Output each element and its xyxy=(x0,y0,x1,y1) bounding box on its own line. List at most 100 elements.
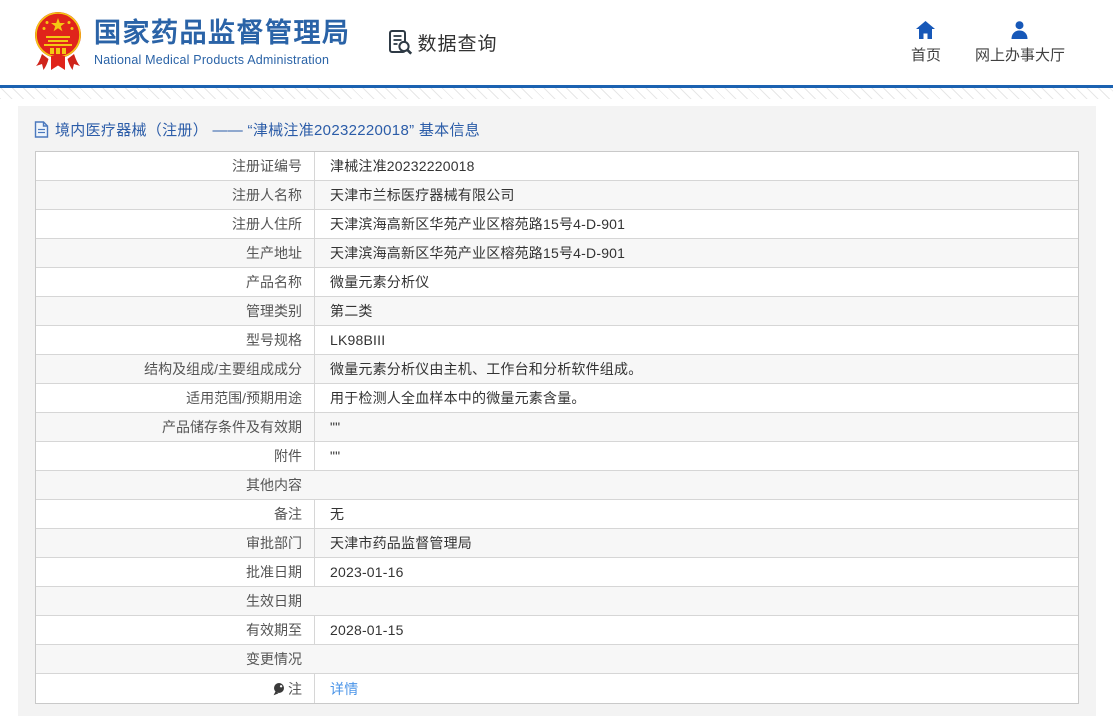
row-label: 批准日期 xyxy=(246,564,302,580)
row-value-cell: 2028-01-15 xyxy=(315,616,1078,644)
table-row: 批准日期 2023-01-16 xyxy=(36,558,1078,587)
table-row: 注册人名称 天津市兰标医疗器械有限公司 xyxy=(36,181,1078,210)
table-row: 附件 "" xyxy=(36,442,1078,471)
nav-item-label: 首页 xyxy=(910,47,941,64)
row-value-cell: 微量元素分析仪 xyxy=(315,268,1078,296)
row-value-cell: "" xyxy=(315,413,1078,441)
row-value-cell: 2023-01-16 xyxy=(315,558,1078,586)
table-row: 生产地址 天津滨海高新区华苑产业区榕苑路15号4-D-901 xyxy=(36,239,1078,268)
row-value-cell: 天津市兰标医疗器械有限公司 xyxy=(315,181,1078,209)
row-label-cell: 注 xyxy=(36,674,315,703)
table-row: 注册人住所 天津滨海高新区华苑产业区榕苑路15号4-D-901 xyxy=(36,210,1078,239)
page-title-bar: 境内医疗器械（注册） —— “津械注准20232220018” 基本信息 xyxy=(18,106,1096,151)
row-label-cell: 管理类别 xyxy=(36,297,315,325)
nav-item-service-hall[interactable]: 网上办事大厅 xyxy=(975,20,1065,65)
row-value: 天津滨海高新区华苑产业区榕苑路15号4-D-901 xyxy=(330,245,626,261)
nmpa-logo[interactable] xyxy=(33,10,83,76)
table-row: 产品名称 微量元素分析仪 xyxy=(36,268,1078,297)
row-label: 注册人住所 xyxy=(232,216,302,232)
data-query-label: 数据查询 xyxy=(417,34,498,55)
table-row: 生效日期 xyxy=(36,587,1078,616)
content-panel: 境内医疗器械（注册） —— “津械注准20232220018” 基本信息 注册证… xyxy=(18,106,1096,716)
row-value: 无 xyxy=(330,506,345,522)
row-value: 天津滨海高新区华苑产业区榕苑路15号4-D-901 xyxy=(330,216,626,232)
row-label-cell: 变更情况 xyxy=(36,645,315,673)
table-row: 结构及组成/主要组成成分 微量元素分析仪由主机、工作台和分析软件组成。 xyxy=(36,355,1078,384)
row-label: 型号规格 xyxy=(246,332,302,348)
person-icon xyxy=(1011,21,1028,39)
data-query-icon xyxy=(388,30,412,55)
row-label: 变更情况 xyxy=(246,651,302,667)
table-row: 有效期至 2028-01-15 xyxy=(36,616,1078,645)
nav-item-home[interactable]: 首页 xyxy=(911,20,941,65)
row-value: 天津市药品监督管理局 xyxy=(330,535,472,551)
row-label-cell: 审批部门 xyxy=(36,529,315,557)
row-label-cell: 适用范围/预期用途 xyxy=(36,384,315,412)
row-label-cell: 批准日期 xyxy=(36,558,315,586)
row-label-cell: 有效期至 xyxy=(36,616,315,644)
row-label: 管理类别 xyxy=(246,303,302,319)
row-value: 用于检测人全血样本中的微量元素含量。 xyxy=(330,390,586,406)
table-row: 注 详情 xyxy=(36,674,1078,703)
row-value-cell: 津械注准20232220018 xyxy=(315,152,1078,180)
row-value-cell: 天津滨海高新区华苑产业区榕苑路15号4-D-901 xyxy=(315,210,1078,238)
note-bulb-icon xyxy=(272,682,285,696)
table-row: 产品储存条件及有效期 "" xyxy=(36,413,1078,442)
row-value-cell xyxy=(315,587,1078,615)
row-value-cell: 无 xyxy=(315,500,1078,528)
row-label: 有效期至 xyxy=(246,622,302,638)
table-row: 变更情况 xyxy=(36,645,1078,674)
table-row: 注册证编号 津械注准20232220018 xyxy=(36,152,1078,181)
row-value-cell xyxy=(315,471,1078,499)
table-row: 型号规格 LK98BIII xyxy=(36,326,1078,355)
row-value-cell: 第二类 xyxy=(315,297,1078,325)
row-label-cell: 结构及组成/主要组成成分 xyxy=(36,355,315,383)
row-value: LK98BIII xyxy=(330,332,386,348)
row-value-cell: 用于检测人全血样本中的微量元素含量。 xyxy=(315,384,1078,412)
row-label: 注册人名称 xyxy=(232,187,302,203)
row-label: 产品名称 xyxy=(246,274,302,290)
row-value-cell: LK98BIII xyxy=(315,326,1078,354)
nav-item-label: 网上办事大厅 xyxy=(974,47,1065,64)
table-row: 备注 无 xyxy=(36,500,1078,529)
row-value: 天津市兰标医疗器械有限公司 xyxy=(330,187,515,203)
top-nav: 首页 网上办事大厅 xyxy=(911,20,1065,65)
table-row: 其他内容 xyxy=(36,471,1078,500)
brand-block: 国家药品监督管理局 National Medical Products Admi… xyxy=(94,18,351,66)
row-value: 2028-01-15 xyxy=(330,622,404,638)
home-icon xyxy=(916,21,936,39)
row-label: 备注 xyxy=(274,506,302,522)
row-value-cell: "" xyxy=(315,442,1078,470)
row-label-cell: 注册人住所 xyxy=(36,210,315,238)
row-label-cell: 其他内容 xyxy=(36,471,315,499)
row-label-cell: 备注 xyxy=(36,500,315,528)
row-label-cell: 生效日期 xyxy=(36,587,315,615)
row-label-cell: 产品储存条件及有效期 xyxy=(36,413,315,441)
row-value: 第二类 xyxy=(330,303,373,319)
document-icon xyxy=(34,121,49,138)
row-label-cell: 注册证编号 xyxy=(36,152,315,180)
row-value: 详情 xyxy=(330,679,358,699)
row-value: 2023-01-16 xyxy=(330,564,404,580)
page-title: 境内医疗器械（注册） —— “津械注准20232220018” 基本信息 xyxy=(55,122,481,139)
table-row: 审批部门 天津市药品监督管理局 xyxy=(36,529,1078,558)
row-label: 适用范围/预期用途 xyxy=(186,390,302,406)
row-label: 注 xyxy=(288,680,302,697)
row-value: 微量元素分析仪由主机、工作台和分析软件组成。 xyxy=(330,361,643,377)
row-value: 津械注准20232220018 xyxy=(330,158,475,174)
brand-name-en: National Medical Products Administration xyxy=(94,52,330,67)
row-value-cell xyxy=(315,645,1078,673)
row-value: "" xyxy=(330,448,341,464)
row-value-cell: 天津市药品监督管理局 xyxy=(315,529,1078,557)
row-label-cell: 附件 xyxy=(36,442,315,470)
table-row: 管理类别 第二类 xyxy=(36,297,1078,326)
row-label-cell: 产品名称 xyxy=(36,268,315,296)
site-header: 国家药品监督管理局 National Medical Products Admi… xyxy=(0,0,1113,85)
row-label-cell: 注册人名称 xyxy=(36,181,315,209)
row-value-cell: 详情 xyxy=(315,674,1078,703)
row-value: 微量元素分析仪 xyxy=(330,274,430,290)
row-label: 注册证编号 xyxy=(232,158,302,174)
detail-link[interactable]: 详情 xyxy=(330,681,358,697)
brand-name-cn: 国家药品监督管理局 xyxy=(94,18,351,49)
row-label: 附件 xyxy=(274,448,302,464)
